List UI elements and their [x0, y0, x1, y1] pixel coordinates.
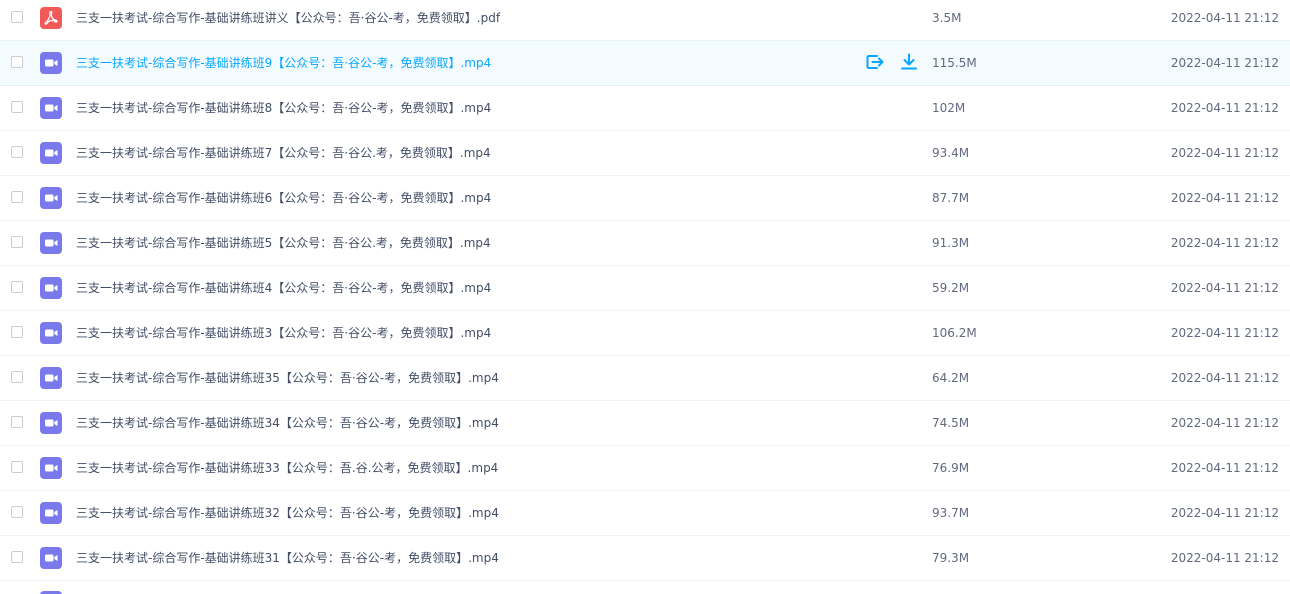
file-modified-date: 2022-04-11 21:12 [1170, 371, 1279, 385]
video-file-icon [40, 322, 62, 344]
file-modified-date: 2022-04-11 21:12 [1170, 146, 1279, 160]
file-name-link[interactable]: 三支一扶考试-综合写作-基础讲练班5【公众号：吾·谷公.考，免费领取】.mp4 [76, 221, 491, 265]
video-file-icon [40, 367, 62, 389]
file-name-link[interactable]: 三支一扶考试-综合写作-基础讲练班32【公众号：吾·谷公-考，免费领取】.mp4 [76, 491, 499, 535]
video-file-icon [40, 502, 62, 524]
video-file-icon [40, 187, 62, 209]
file-row[interactable]: 三支一扶考试-综合写作-基础讲练班31【公众号：吾·谷公-考，免费领取】.mp4… [0, 536, 1290, 581]
file-size: 91.3M [932, 236, 970, 250]
row-checkbox[interactable] [11, 281, 23, 293]
file-row[interactable]: 三支一扶考试-综合写作-基础讲练班5【公众号：吾·谷公.考，免费领取】.mp4 9… [0, 221, 1290, 266]
file-name-link[interactable]: 三支一扶考试-综合写作-基础讲练班31【公众号：吾·谷公-考，免费领取】.mp4 [76, 536, 499, 580]
video-file-icon [40, 547, 62, 569]
row-checkbox[interactable] [11, 56, 23, 68]
file-row[interactable]: 三支一扶考试-综合写作-基础讲练班3【公众号：吾·谷公-考，免费领取】.mp4 1… [0, 311, 1290, 356]
file-size: 59.2M [932, 281, 970, 295]
pdf-file-icon [40, 7, 62, 29]
file-name-link[interactable]: 三支一扶考试-综合写作-基础讲练班33【公众号：吾.谷.公考，免费领取】.mp4 [76, 446, 498, 490]
file-modified-date: 2022-04-11 21:12 [1170, 506, 1279, 520]
row-checkbox[interactable] [11, 146, 23, 158]
file-name-link[interactable]: 三支一扶考试-综合写作-基础讲练班34【公众号：吾·谷公-考，免费领取】.mp4 [76, 401, 499, 445]
file-size: 102M [932, 101, 966, 115]
file-size: 93.7M [932, 506, 970, 520]
file-name-link[interactable]: 三支一扶考试-综合写作-基础讲练班9【公众号：吾·谷公-考，免费领取】.mp4 [76, 41, 491, 85]
row-checkbox[interactable] [11, 236, 23, 248]
video-file-icon [40, 142, 62, 164]
video-file-icon [40, 52, 62, 74]
row-checkbox[interactable] [11, 101, 23, 113]
file-name-link[interactable]: 三支一扶考试-综合写作-基础讲练班讲义【公众号：吾·谷公-考，免费领取】.pdf [76, 0, 500, 40]
file-size: 64.2M [932, 371, 970, 385]
video-file-icon [40, 232, 62, 254]
file-modified-date: 2022-04-11 21:12 [1170, 326, 1279, 340]
file-size: 87.7M [932, 191, 970, 205]
row-actions [864, 51, 920, 75]
share-icon[interactable] [864, 51, 886, 73]
row-checkbox[interactable] [11, 11, 23, 23]
file-row-partial[interactable] [0, 580, 1290, 594]
file-modified-date: 2022-04-11 21:12 [1170, 101, 1279, 115]
download-icon[interactable] [898, 51, 920, 73]
file-modified-date: 2022-04-11 21:12 [1170, 236, 1279, 250]
video-file-icon [40, 457, 62, 479]
file-size: 93.4M [932, 146, 970, 160]
file-row[interactable]: 三支一扶考试-综合写作-基础讲练班35【公众号：吾·谷公-考，免费领取】.mp4… [0, 356, 1290, 401]
row-checkbox[interactable] [11, 461, 23, 473]
file-name-link[interactable]: 三支一扶考试-综合写作-基础讲练班6【公众号：吾·谷公-考，免费领取】.mp4 [76, 176, 491, 220]
file-size: 3.5M [932, 11, 962, 25]
file-size: 74.5M [932, 416, 970, 430]
file-modified-date: 2022-04-11 21:12 [1170, 281, 1279, 295]
file-size: 79.3M [932, 551, 970, 565]
row-checkbox[interactable] [11, 191, 23, 203]
row-checkbox[interactable] [11, 371, 23, 383]
video-file-icon [40, 412, 62, 434]
video-file-icon [40, 277, 62, 299]
file-name-link[interactable]: 三支一扶考试-综合写作-基础讲练班35【公众号：吾·谷公-考，免费领取】.mp4 [76, 356, 499, 400]
file-modified-date: 2022-04-11 21:12 [1170, 551, 1279, 565]
file-size: 115.5M [932, 56, 977, 70]
file-row[interactable]: 三支一扶考试-综合写作-基础讲练班讲义【公众号：吾·谷公-考，免费领取】.pdf… [0, 0, 1290, 41]
file-modified-date: 2022-04-11 21:12 [1170, 191, 1279, 205]
video-file-icon [40, 97, 62, 119]
file-row[interactable]: 三支一扶考试-综合写作-基础讲练班33【公众号：吾.谷.公考，免费领取】.mp4… [0, 446, 1290, 491]
file-row[interactable]: 三支一扶考试-综合写作-基础讲练班4【公众号：吾·谷公-考，免费领取】.mp4 5… [0, 266, 1290, 311]
file-size: 76.9M [932, 461, 970, 475]
file-row[interactable]: 三支一扶考试-综合写作-基础讲练班34【公众号：吾·谷公-考，免费领取】.mp4… [0, 401, 1290, 446]
file-row[interactable]: 三支一扶考试-综合写作-基础讲练班8【公众号：吾·谷公-考，免费领取】.mp4 1… [0, 86, 1290, 131]
file-name-link[interactable]: 三支一扶考试-综合写作-基础讲练班4【公众号：吾·谷公-考，免费领取】.mp4 [76, 266, 491, 310]
file-list: 三支一扶考试-综合写作-基础讲练班讲义【公众号：吾·谷公-考，免费领取】.pdf… [0, 0, 1290, 594]
file-name-link[interactable]: 三支一扶考试-综合写作-基础讲练班8【公众号：吾·谷公-考，免费领取】.mp4 [76, 86, 491, 130]
row-checkbox[interactable] [11, 326, 23, 338]
file-modified-date: 2022-04-11 21:12 [1170, 11, 1279, 25]
row-checkbox[interactable] [11, 506, 23, 518]
file-row[interactable]: 三支一扶考试-综合写作-基础讲练班6【公众号：吾·谷公-考，免费领取】.mp4 8… [0, 176, 1290, 221]
file-name-link[interactable]: 三支一扶考试-综合写作-基础讲练班7【公众号：吾·谷公.考，免费领取】.mp4 [76, 131, 491, 175]
row-checkbox[interactable] [11, 416, 23, 428]
file-name-link[interactable]: 三支一扶考试-综合写作-基础讲练班3【公众号：吾·谷公-考，免费领取】.mp4 [76, 311, 491, 355]
file-row[interactable]: 三支一扶考试-综合写作-基础讲练班9【公众号：吾·谷公-考，免费领取】.mp4 1… [0, 40, 1290, 86]
file-modified-date: 2022-04-11 21:12 [1170, 461, 1279, 475]
file-row[interactable]: 三支一扶考试-综合写作-基础讲练班7【公众号：吾·谷公.考，免费领取】.mp4 9… [0, 131, 1290, 176]
file-modified-date: 2022-04-11 21:12 [1170, 56, 1279, 70]
file-row[interactable]: 三支一扶考试-综合写作-基础讲练班32【公众号：吾·谷公-考，免费领取】.mp4… [0, 491, 1290, 536]
row-checkbox[interactable] [11, 551, 23, 563]
file-size: 106.2M [932, 326, 977, 340]
file-modified-date: 2022-04-11 21:12 [1170, 416, 1279, 430]
